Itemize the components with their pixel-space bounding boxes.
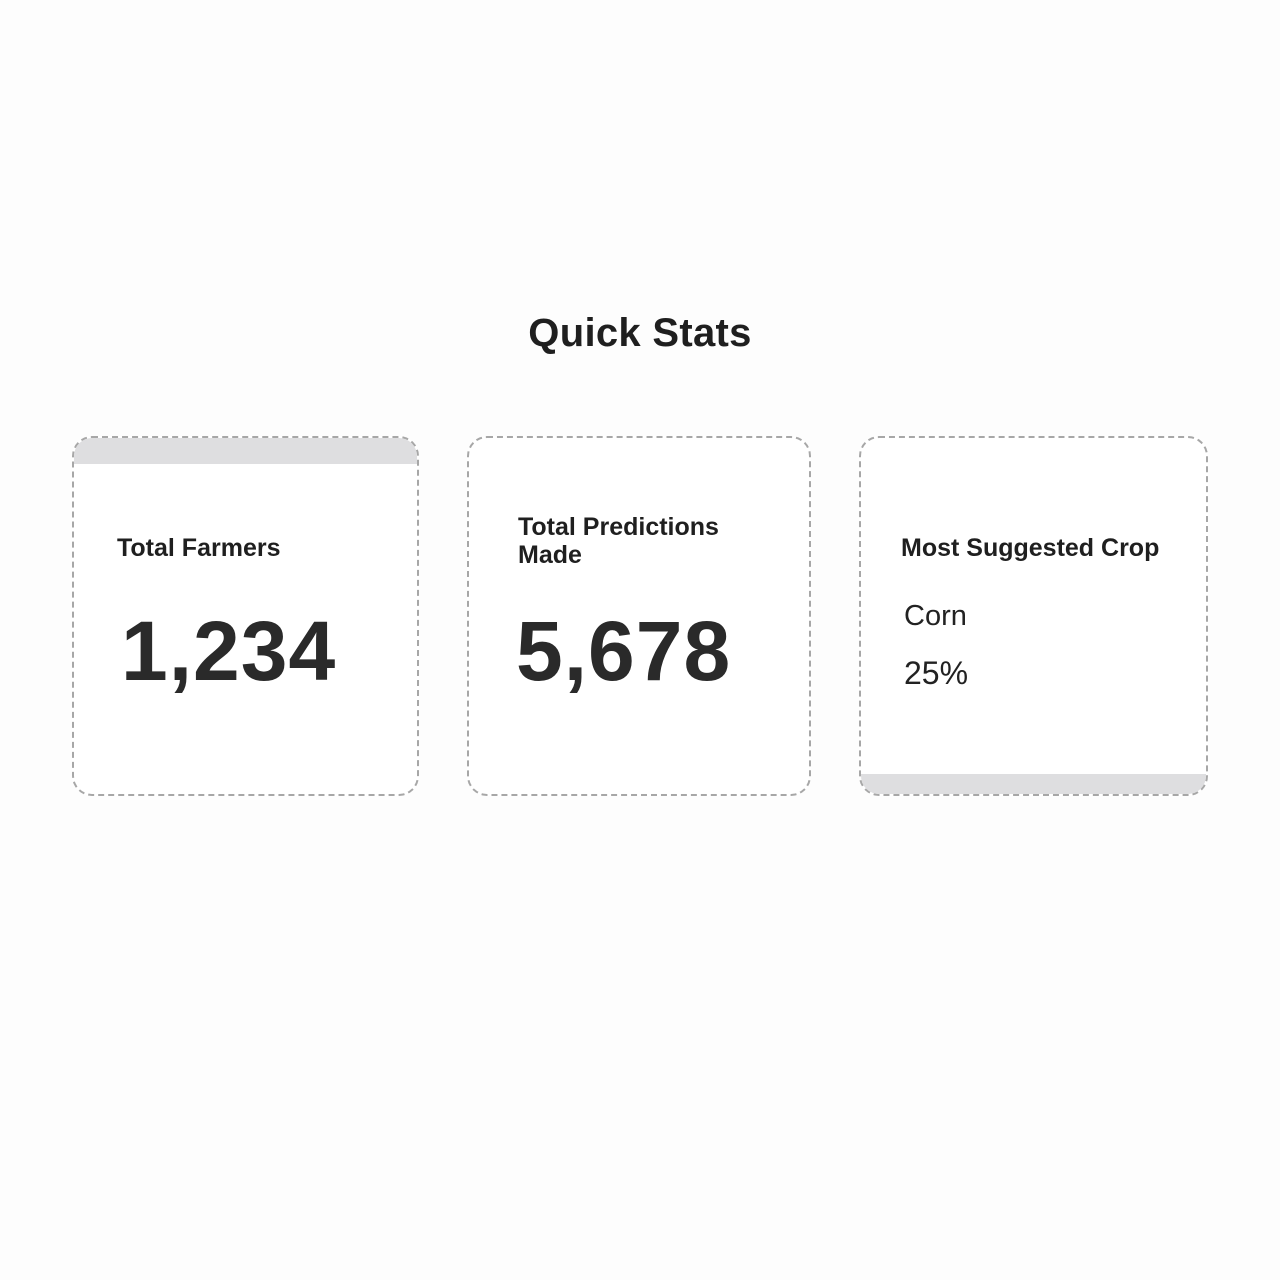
most-suggested-crop-card: Most Suggested Crop Corn 25% (859, 436, 1208, 796)
total-farmers-label: Total Farmers (117, 534, 281, 562)
quick-stats-title: Quick Stats (528, 310, 752, 355)
total-predictions-card: Total Predictions Made 5,678 (467, 436, 811, 796)
card-top-band (74, 438, 417, 464)
card-bottom-band (861, 774, 1206, 794)
suggested-crop-name: Corn (904, 600, 967, 632)
total-farmers-value: 1,234 (121, 604, 337, 698)
total-farmers-card: Total Farmers 1,234 (72, 436, 419, 796)
total-predictions-value: 5,678 (516, 604, 732, 698)
suggested-crop-percentage: 25% (904, 655, 969, 691)
most-suggested-crop-label: Most Suggested Crop (901, 534, 1160, 562)
total-predictions-label: Total Predictions Made (518, 513, 719, 569)
